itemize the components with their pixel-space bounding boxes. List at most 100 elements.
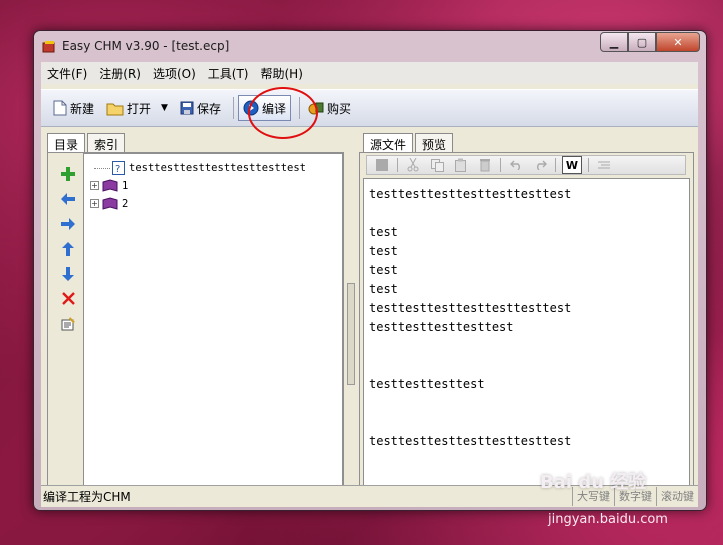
expand-toggle[interactable]: + — [90, 181, 99, 190]
properties-icon — [61, 316, 75, 330]
editor-line: test — [369, 282, 398, 296]
tab-source[interactable]: 源文件 — [363, 133, 414, 153]
arrow-up-icon — [62, 241, 74, 256]
redo-icon — [536, 160, 547, 170]
word-wrap-button[interactable]: W — [562, 156, 582, 174]
menu-register[interactable]: 注册(R) — [99, 65, 141, 82]
client-area: 文件(F) 注册(R) 选项(O) 工具(T) 帮助(H) 新建 打开 ▼ 保存 — [41, 62, 698, 507]
tree-root[interactable]: ? testtesttesttesttesttesttest — [94, 161, 306, 175]
save-label: 保存 — [196, 101, 221, 116]
arrow-down-icon — [62, 266, 74, 281]
stop-icon — [376, 159, 388, 171]
right-tabs: 源文件 预览 — [363, 133, 455, 153]
minimize-button[interactable]: ▁ — [600, 32, 628, 52]
add-node-button[interactable] — [58, 161, 78, 186]
open-dropdown-icon[interactable]: ▼ — [161, 103, 168, 113]
redo-button[interactable] — [531, 157, 549, 173]
watermark-logo: Bai du 经验 — [540, 472, 647, 493]
tree-root-label: testtesttesttesttesttesttest — [129, 162, 307, 174]
new-label: 新建 — [70, 101, 95, 116]
contents-tree[interactable]: ? testtesttesttesttesttesttest + 1 + 2 — [83, 153, 343, 501]
maximize-icon: ▢ — [636, 35, 648, 49]
tab-contents-label: 目录 — [54, 138, 79, 152]
menu-file[interactable]: 文件(F) — [47, 65, 87, 82]
arrow-left-icon — [61, 192, 75, 205]
editor-line: testtesttesttesttest — [369, 320, 514, 334]
undo-button[interactable] — [507, 157, 525, 173]
cut-button[interactable] — [404, 157, 422, 173]
source-editor[interactable]: testtesttesttesttesttesttest test test t… — [363, 178, 690, 496]
scroll-lock-indicator: 滚动键 — [656, 487, 698, 506]
editor-line: testtesttesttesttesttesttest — [369, 434, 572, 448]
maximize-button[interactable]: ▢ — [628, 32, 656, 52]
close-button[interactable]: ✕ — [656, 32, 700, 52]
panel-splitter[interactable] — [347, 283, 355, 385]
delete-node-button[interactable] — [58, 286, 78, 311]
scissors-icon — [407, 158, 419, 172]
tree-node-1[interactable]: + 1 — [90, 179, 128, 192]
format-button[interactable] — [595, 157, 613, 173]
buy-label: 购买 — [326, 101, 351, 116]
status-message: 编译工程为CHM — [43, 490, 131, 504]
svg-text:?: ? — [115, 164, 120, 175]
menu-tools[interactable]: 工具(T) — [208, 65, 249, 82]
editor-separator — [500, 158, 501, 172]
paste-icon — [454, 158, 466, 172]
toolbar-separator — [232, 97, 234, 119]
close-icon: ✕ — [673, 35, 683, 49]
menu-bar: 文件(F) 注册(R) 选项(O) 工具(T) 帮助(H) — [41, 62, 698, 84]
move-left-button[interactable] — [58, 186, 78, 211]
editor-line: testtesttesttesttesttesttest — [369, 301, 572, 315]
help-page-icon: ? — [112, 161, 125, 175]
editor-line: test — [369, 263, 398, 277]
move-right-button[interactable] — [58, 211, 78, 236]
paste-button[interactable] — [452, 157, 470, 173]
delete-x-icon — [61, 292, 75, 305]
tree-node-2[interactable]: + 2 — [90, 197, 128, 210]
editor-line: test — [369, 244, 398, 258]
open-button[interactable]: 打开 ▼ — [102, 96, 172, 120]
tab-index[interactable]: 索引 — [87, 133, 126, 153]
new-button[interactable]: 新建 — [49, 96, 98, 120]
app-window: Easy CHM v3.90 - [test.ecp] ▁ ▢ ✕ 文件(F) … — [33, 30, 707, 511]
editor-line: test — [369, 225, 398, 239]
expand-toggle[interactable]: + — [90, 199, 99, 208]
editor-toolbar: W — [366, 155, 686, 175]
annotation-circle — [248, 87, 318, 139]
tab-preview[interactable]: 预览 — [415, 133, 454, 153]
minimize-icon: ▁ — [609, 35, 619, 49]
title-bar[interactable]: Easy CHM v3.90 - [test.ecp] ▁ ▢ ✕ — [34, 31, 706, 61]
main-toolbar: 新建 打开 ▼ 保存 编译 购买 — [41, 89, 698, 127]
menu-options[interactable]: 选项(O) — [153, 65, 196, 82]
undo-icon — [509, 160, 520, 170]
save-button[interactable]: 保存 — [176, 96, 225, 120]
editor-line: testtesttesttesttesttesttest — [369, 187, 572, 201]
new-file-icon — [53, 100, 67, 116]
move-up-button[interactable] — [58, 236, 78, 261]
editor-line: testtesttesttest — [369, 377, 485, 391]
tab-contents[interactable]: 目录 — [47, 133, 86, 153]
tree-node-1-label: 1 — [122, 179, 129, 192]
format-icon — [598, 161, 610, 169]
menu-help[interactable]: 帮助(H) — [261, 65, 303, 82]
move-down-button[interactable] — [58, 261, 78, 286]
plus-icon — [61, 166, 75, 181]
tab-source-label: 源文件 — [370, 138, 407, 152]
copy-icon — [430, 158, 444, 172]
properties-button[interactable] — [58, 311, 78, 336]
arrow-right-icon — [61, 217, 75, 230]
word-wrap-icon: W — [565, 158, 579, 172]
copy-button[interactable] — [428, 157, 446, 173]
editor-separator — [397, 158, 398, 172]
delete-button[interactable] — [476, 157, 494, 173]
tab-preview-label: 预览 — [422, 138, 447, 152]
save-disk-icon — [180, 101, 194, 115]
editor-separator — [555, 158, 556, 172]
editor-separator — [588, 158, 589, 172]
stop-button[interactable] — [373, 157, 391, 173]
contents-panel: ? testtesttesttesttesttesttest + 1 + 2 — [47, 152, 344, 502]
